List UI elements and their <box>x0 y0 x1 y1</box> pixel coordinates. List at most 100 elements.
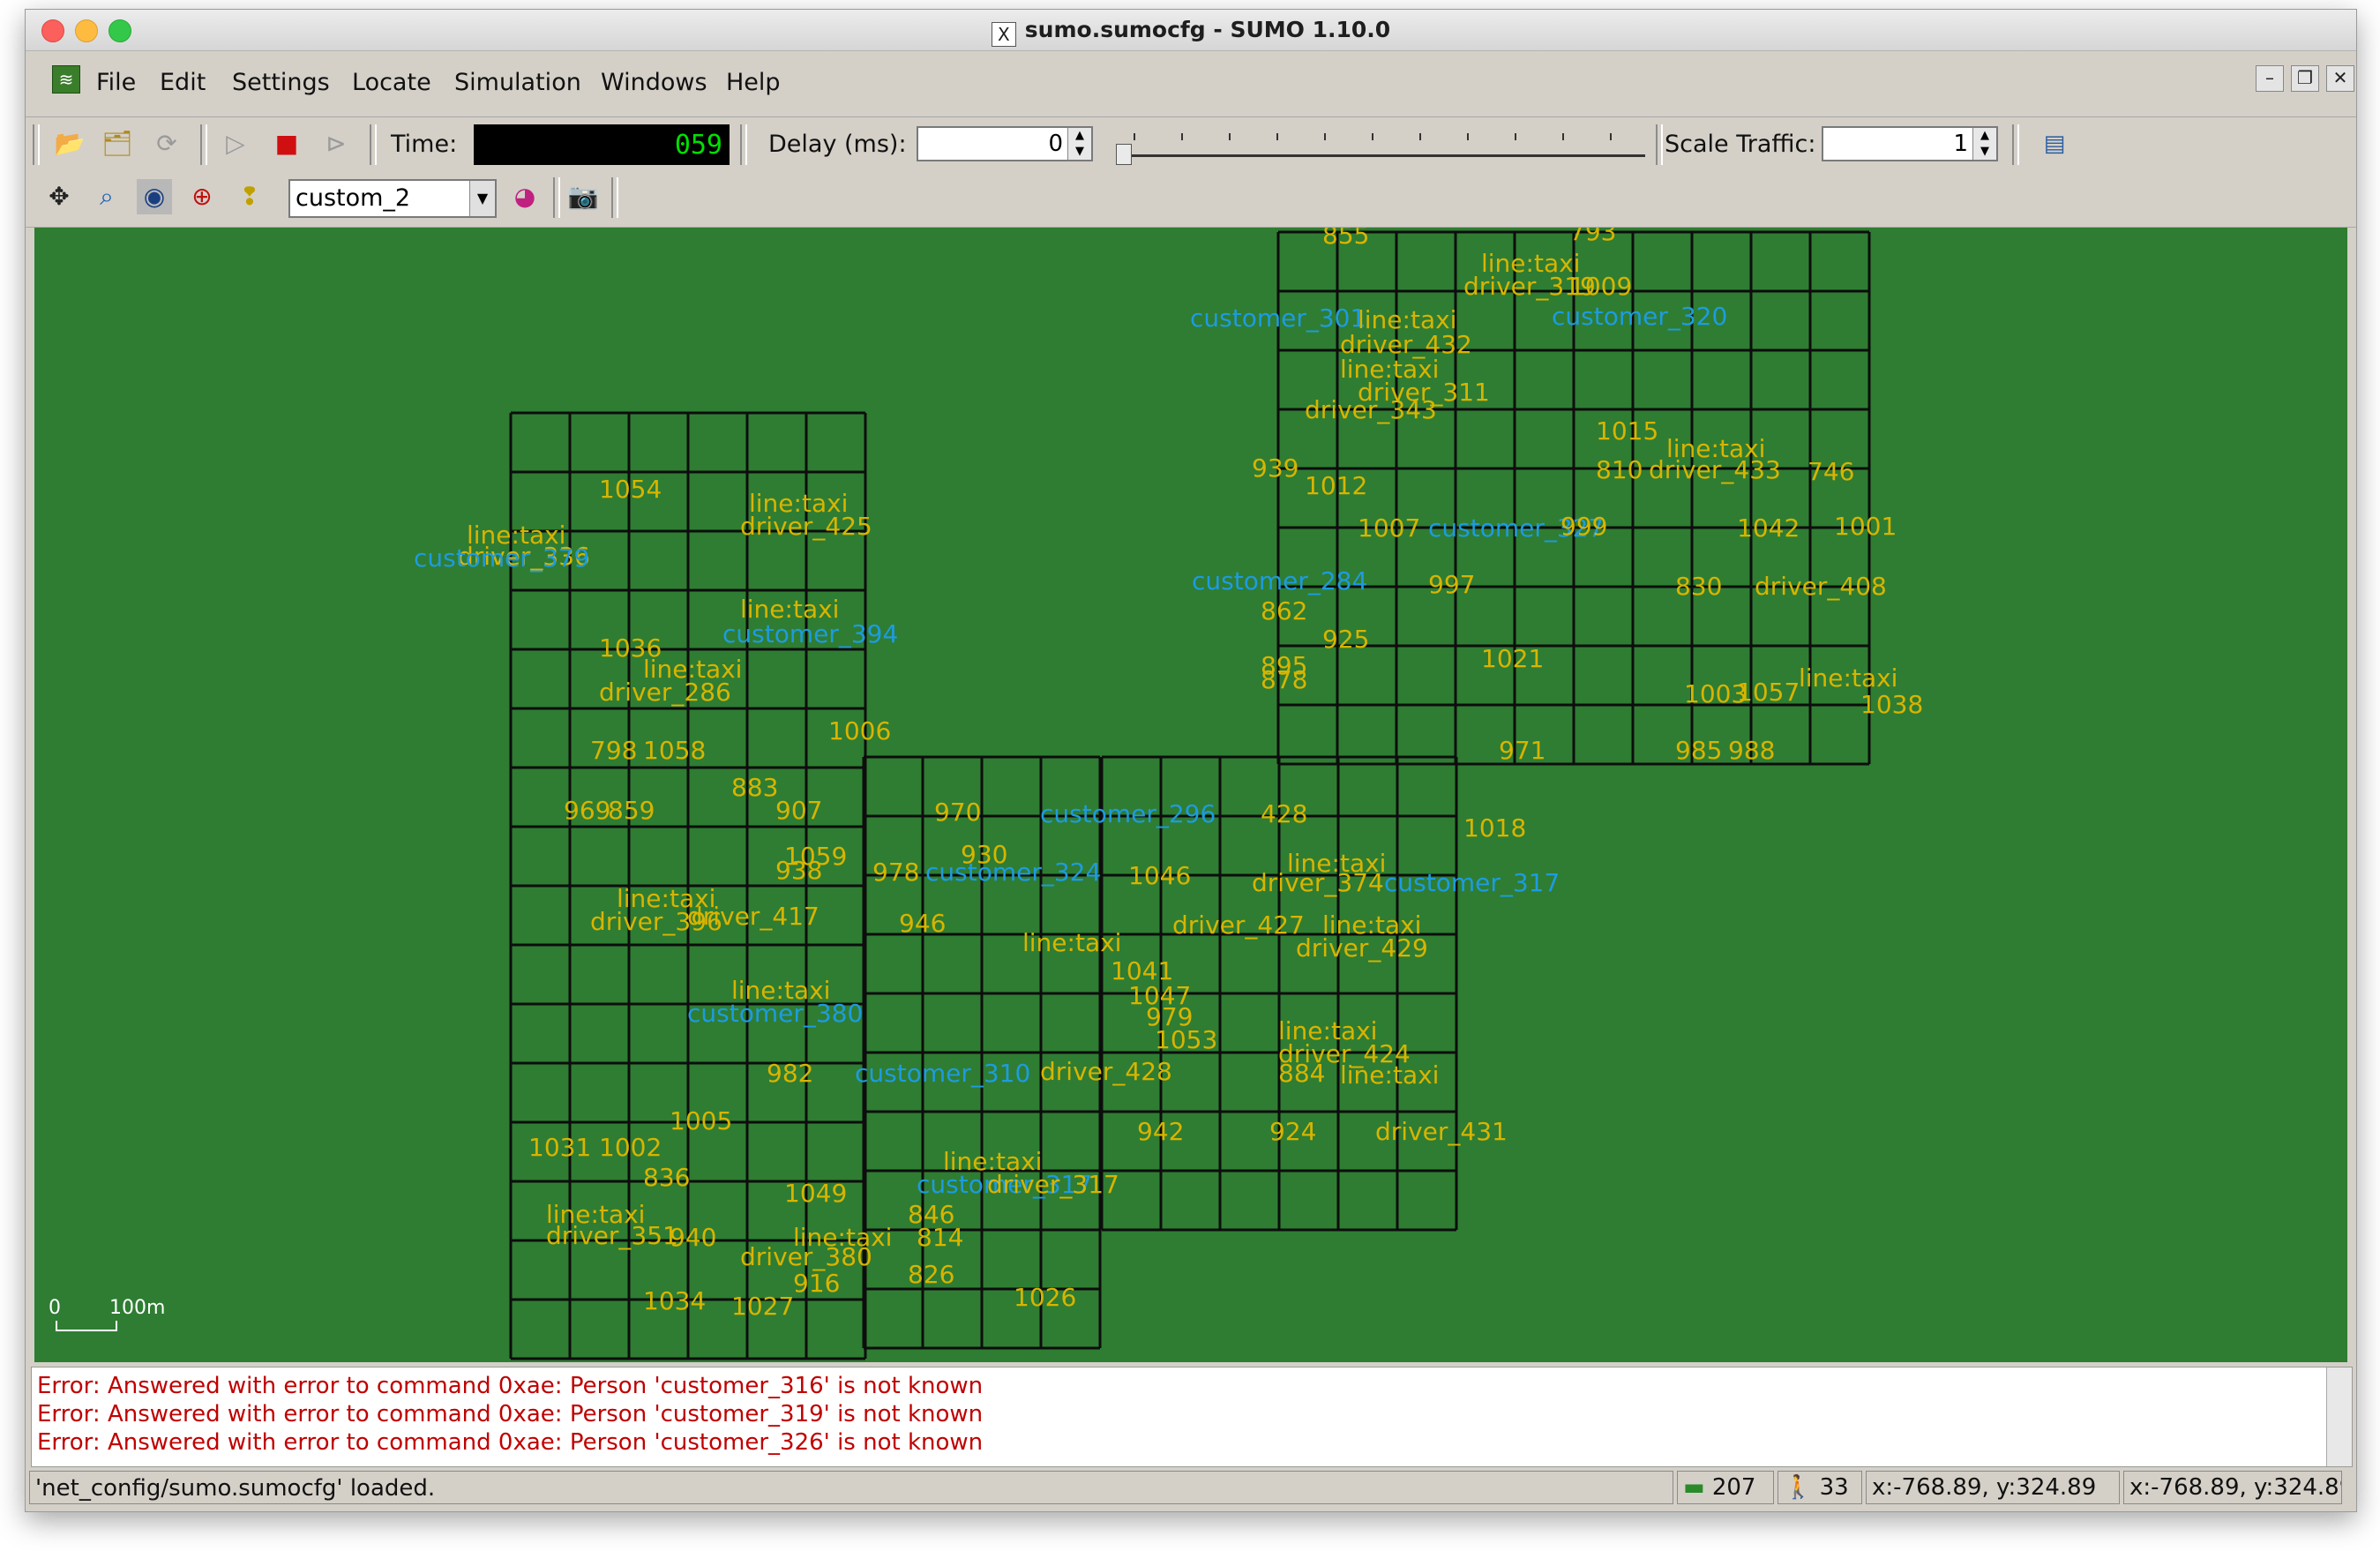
network-label[interactable]: 978 <box>872 858 919 887</box>
network-label[interactable]: 1034 <box>643 1286 706 1315</box>
scale-traffic-input[interactable]: 1 ▲ ▼ <box>1822 126 1998 161</box>
network-label[interactable]: 810 <box>1596 455 1643 484</box>
network-label[interactable]: 862 <box>1261 596 1307 626</box>
network-label[interactable]: 1006 <box>828 716 891 746</box>
step-icon[interactable]: ⊳ <box>318 126 354 161</box>
network-label[interactable]: driver_427 <box>1172 910 1305 940</box>
color-scheme-select[interactable]: custom_2 ▼ <box>288 179 497 218</box>
new-view-icon[interactable]: ▤ <box>2037 126 2072 161</box>
person-label[interactable]: customer_380 <box>687 999 863 1028</box>
network-label[interactable]: 855 <box>1322 228 1369 250</box>
network-label[interactable]: 1001 <box>1834 512 1897 541</box>
network-label[interactable]: driver_417 <box>687 902 820 931</box>
network-label[interactable]: 1018 <box>1463 813 1526 843</box>
network-label[interactable]: driver_343 <box>1305 395 1437 424</box>
network-label[interactable]: 939 <box>1252 453 1299 483</box>
delay-spinner-icon[interactable]: ▲ ▼ <box>1067 128 1091 160</box>
menu-locate[interactable]: Locate <box>352 69 431 96</box>
menu-settings[interactable]: Settings <box>232 69 330 96</box>
network-label[interactable]: driver_408 <box>1755 572 1887 601</box>
network-label[interactable]: 999 <box>1560 512 1607 541</box>
reload-simulation-icon[interactable]: ⟳ <box>149 126 184 161</box>
network-label[interactable]: 1026 <box>1014 1283 1076 1312</box>
zoom-icon[interactable]: ⌕ <box>89 179 124 214</box>
network-label[interactable]: 969 <box>564 796 610 825</box>
network-label[interactable]: 925 <box>1322 625 1369 654</box>
network-label[interactable]: 1002 <box>599 1133 662 1162</box>
run-icon[interactable]: ▷ <box>218 126 253 161</box>
person-label[interactable]: customer_324 <box>925 858 1101 887</box>
locate-icon[interactable]: ◉ <box>137 179 172 214</box>
network-label[interactable]: 1007 <box>1358 513 1420 543</box>
network-label[interactable]: 971 <box>1499 736 1546 765</box>
network-label[interactable]: 1015 <box>1596 416 1658 446</box>
network-label[interactable]: 878 <box>1261 665 1307 694</box>
delay-slider[interactable] <box>1116 133 1645 165</box>
recenter-icon[interactable]: ✥ <box>41 179 77 214</box>
network-label[interactable]: 883 <box>731 773 778 802</box>
network-label[interactable]: 884 <box>1278 1059 1325 1088</box>
network-label[interactable]: 924 <box>1269 1117 1316 1146</box>
person-label[interactable]: customer_301 <box>1190 303 1366 333</box>
slider-handle[interactable] <box>1116 144 1132 165</box>
network-label[interactable]: 997 <box>1428 570 1475 599</box>
menu-file[interactable]: File <box>96 69 136 96</box>
delay-input[interactable]: 0 ▲ ▼ <box>917 126 1093 161</box>
network-label[interactable]: 1046 <box>1128 861 1191 890</box>
person-label[interactable]: customer_379 <box>414 543 589 573</box>
person-label[interactable]: customer_394 <box>722 619 898 648</box>
open-folder-icon[interactable]: 📂 <box>52 126 87 161</box>
network-label[interactable]: 985 <box>1675 736 1722 765</box>
network-label[interactable]: driver_374 <box>1252 868 1384 897</box>
network-label[interactable]: 1053 <box>1155 1025 1217 1054</box>
network-label[interactable]: driver_428 <box>1040 1057 1172 1086</box>
color-wheel-icon[interactable]: ◕ <box>507 179 543 214</box>
network-label[interactable]: driver_351 <box>546 1221 678 1250</box>
network-label[interactable]: line:taxi <box>1799 663 1897 693</box>
network-label[interactable]: driver_425 <box>740 512 872 541</box>
message-scrollbar[interactable] <box>2326 1367 2352 1466</box>
menu-simulation[interactable]: Simulation <box>454 69 581 96</box>
network-label[interactable]: 793 <box>1569 228 1616 246</box>
person-label[interactable]: customer_284 <box>1192 566 1367 596</box>
network-label[interactable]: 1058 <box>643 736 706 765</box>
network-label[interactable]: 907 <box>775 796 822 825</box>
network-label[interactable]: 940 <box>670 1223 716 1252</box>
tooltip-icon[interactable]: ❢ <box>232 179 267 214</box>
scale-spinner-icon[interactable]: ▲ ▼ <box>1972 128 1996 160</box>
network-label[interactable]: 1021 <box>1481 644 1544 673</box>
network-label[interactable]: 1009 <box>1569 272 1632 301</box>
network-label[interactable]: 988 <box>1728 736 1775 765</box>
network-label[interactable]: driver_429 <box>1296 933 1428 963</box>
network-label[interactable]: 830 <box>1675 572 1722 601</box>
network-label[interactable]: 798 <box>590 736 637 765</box>
network-label[interactable]: driver_317 <box>987 1170 1119 1199</box>
network-label[interactable]: 1005 <box>670 1106 732 1135</box>
network-label[interactable]: 836 <box>643 1163 690 1192</box>
network-label[interactable]: 746 <box>1807 457 1854 486</box>
simulation-canvas[interactable]: 855 793 line:taxi driver_319 1009 customer_30… <box>34 228 2347 1362</box>
network-label[interactable]: driver_433 <box>1649 455 1781 484</box>
network-label[interactable]: 1049 <box>784 1179 847 1208</box>
stop-icon[interactable]: ■ <box>269 126 304 161</box>
network-label[interactable]: 942 <box>1137 1117 1184 1146</box>
network-label[interactable]: driver_286 <box>599 678 731 707</box>
network-label[interactable]: 946 <box>899 909 946 938</box>
person-label[interactable]: customer_296 <box>1040 799 1216 828</box>
reload-icon[interactable]: 🗂 <box>100 126 135 161</box>
person-label[interactable]: customer_320 <box>1552 302 1727 331</box>
network-label[interactable]: 826 <box>908 1260 954 1289</box>
network-label[interactable]: 1012 <box>1305 471 1367 500</box>
network-label[interactable]: 970 <box>934 798 981 827</box>
network-label[interactable]: 428 <box>1261 799 1307 828</box>
mdi-minimize-button[interactable]: – <box>2256 65 2284 92</box>
network-label[interactable]: 1031 <box>528 1133 591 1162</box>
camera-icon[interactable]: 📷 <box>565 179 601 214</box>
person-label[interactable]: customer_317 <box>1384 868 1560 897</box>
network-label[interactable]: driver_431 <box>1375 1117 1508 1146</box>
mdi-close-button[interactable]: ✕ <box>2326 65 2354 92</box>
menu-edit[interactable]: Edit <box>160 69 206 96</box>
network-label[interactable]: 938 <box>775 856 822 885</box>
network-label[interactable]: 859 <box>608 796 655 825</box>
road-network[interactable]: 855 793line:taxidriver_3191009customer_30… <box>34 228 2347 1362</box>
